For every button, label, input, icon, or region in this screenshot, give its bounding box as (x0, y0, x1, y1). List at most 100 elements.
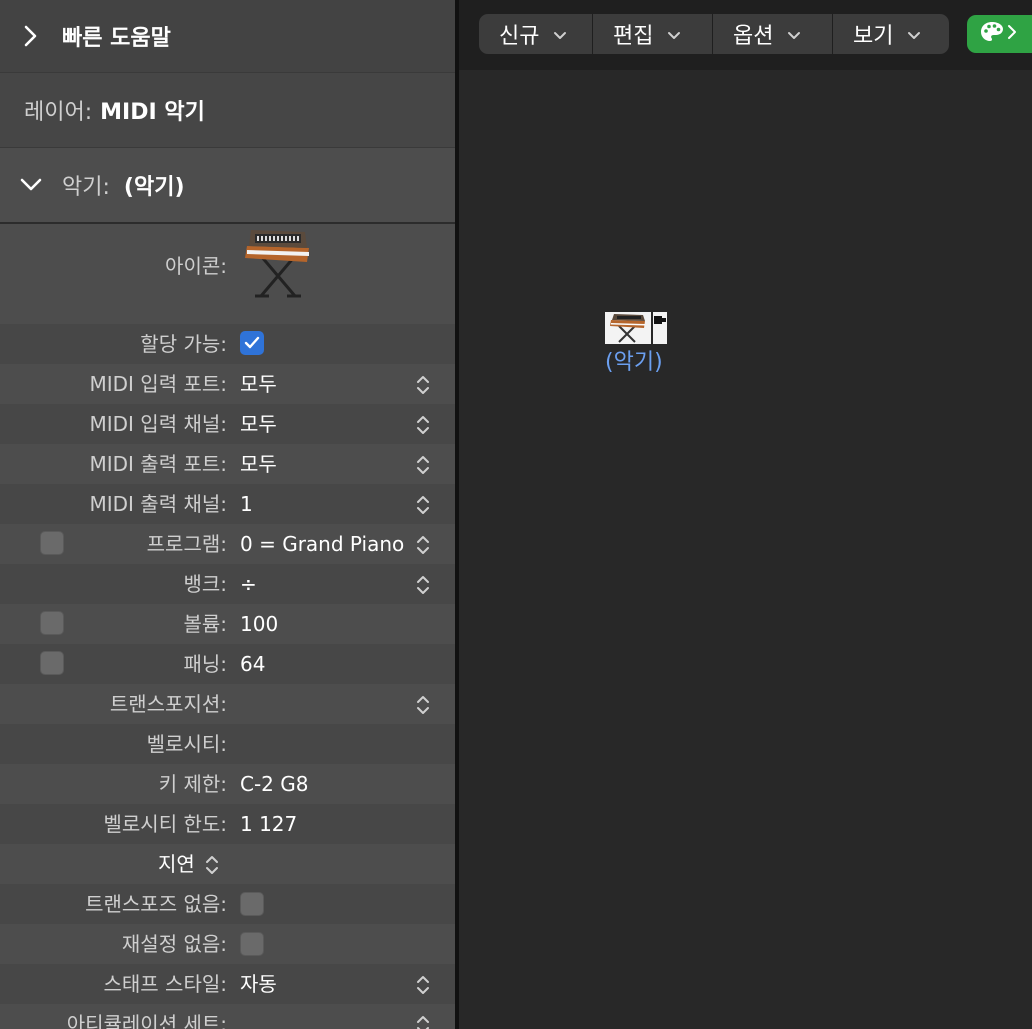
staff-style-value[interactable]: 자동 (240, 964, 277, 1004)
edit-menu-label: 편집 (613, 24, 654, 49)
velocity-limit-row: 벨로시티 한도: 1 127 (0, 804, 455, 844)
chevron-down-icon[interactable] (0, 178, 62, 192)
chevron-down-icon (907, 22, 921, 47)
up-down-chevron-icon[interactable] (415, 533, 431, 562)
midi-in-port-label: MIDI 입력 포트: (89, 372, 227, 396)
instrument-section-header[interactable]: 악기: (악기) (0, 148, 455, 224)
assignable-label: 할당 가능: (140, 332, 227, 356)
bank-label: 뱅크: (183, 572, 227, 596)
pan-value[interactable]: 64 (240, 644, 265, 684)
velocity-limit-value[interactable]: 1 127 (240, 804, 297, 844)
pan-enable-checkbox[interactable] (40, 651, 64, 675)
instrument-name[interactable]: (악기) (124, 169, 185, 201)
midi-out-port-value[interactable]: 모두 (240, 444, 277, 484)
instrument-label: 악기: (62, 175, 110, 200)
up-down-chevron-icon[interactable] (415, 693, 431, 722)
checkmark-icon (244, 336, 260, 349)
up-down-chevron-icon[interactable] (204, 853, 220, 882)
midi-in-port-row: MIDI 입력 포트: 모두 (0, 364, 455, 404)
up-down-chevron-icon[interactable] (415, 1013, 431, 1029)
layer-label: 레이어: (24, 100, 93, 125)
chevron-right-icon (1007, 24, 1017, 44)
articulation-set-label: 아티큘레이션 세트: (66, 1012, 227, 1029)
articulation-set-row: 아티큘레이션 세트: (0, 1004, 455, 1029)
transposition-label: 트랜스포지션: (109, 692, 227, 716)
up-down-chevron-icon[interactable] (415, 373, 431, 402)
environment-canvas[interactable]: 신규 편집 옵션 보기 (악기) (459, 0, 1032, 1029)
output-port-icon (654, 316, 662, 324)
up-down-chevron-icon[interactable] (415, 573, 431, 602)
palette-icon (979, 20, 1005, 48)
palette-button[interactable] (967, 15, 1032, 53)
midi-out-channel-value[interactable]: 1 (240, 484, 253, 524)
program-enable-checkbox[interactable] (40, 531, 64, 555)
key-limit-label: 키 제한: (158, 772, 227, 796)
assignable-row: 할당 가능: (0, 324, 455, 364)
program-value[interactable]: 0 = Grand Piano (240, 524, 404, 564)
program-row: 프로그램: 0 = Grand Piano (0, 524, 455, 564)
no-reset-label: 재설정 없음: (121, 932, 227, 956)
layer-row: 레이어: MIDI 악기 (0, 73, 455, 148)
no-transpose-checkbox[interactable] (240, 892, 264, 916)
options-menu-label: 옵션 (733, 24, 774, 49)
instrument-object-name[interactable]: (악기) (605, 344, 663, 376)
menu-group: 신규 편집 옵션 보기 (479, 14, 1032, 54)
midi-in-channel-value[interactable]: 모두 (240, 404, 277, 444)
no-transpose-row: 트랜스포즈 없음: (0, 884, 455, 924)
key-limit-row: 키 제한: C-2 G8 (0, 764, 455, 804)
staff-style-label: 스태프 스타일: (103, 972, 228, 996)
no-transpose-label: 트랜스포즈 없음: (85, 892, 227, 916)
staff-style-row: 스태프 스타일: 자동 (0, 964, 455, 1004)
new-menu-label: 신규 (499, 24, 540, 49)
chevron-down-icon (667, 22, 681, 47)
quick-help-title: 빠른 도움말 (62, 26, 171, 51)
midi-out-channel-label: MIDI 출력 채널: (89, 492, 227, 516)
up-down-chevron-icon[interactable] (415, 493, 431, 522)
options-menu-button[interactable]: 옵션 (713, 14, 833, 54)
synthesizer-icon[interactable] (605, 312, 651, 344)
midi-out-port-label: MIDI 출력 포트: (89, 452, 227, 476)
chevron-down-icon (553, 22, 567, 47)
volume-enable-checkbox[interactable] (40, 611, 64, 635)
pan-row: 패닝: 64 (0, 644, 455, 684)
midi-in-channel-label: MIDI 입력 채널: (89, 412, 227, 436)
midi-out-port-row: MIDI 출력 포트: 모두 (0, 444, 455, 484)
midi-in-channel-row: MIDI 입력 채널: 모두 (0, 404, 455, 444)
assignable-checkbox[interactable] (240, 331, 264, 355)
view-menu-button[interactable]: 보기 (833, 14, 949, 54)
midi-out-channel-row: MIDI 출력 채널: 1 (0, 484, 455, 524)
synthesizer-icon[interactable] (243, 228, 313, 304)
output-port-pin (662, 318, 666, 322)
key-limit-value[interactable]: C-2 G8 (240, 764, 309, 804)
velocity-row: 벨로시티: (0, 724, 455, 764)
up-down-chevron-icon[interactable] (415, 453, 431, 482)
no-reset-checkbox[interactable] (240, 932, 264, 956)
transposition-row: 트랜스포지션: (0, 684, 455, 724)
midi-in-port-value[interactable]: 모두 (240, 364, 277, 404)
bank-value[interactable]: ÷ (240, 564, 257, 604)
velocity-limit-label: 벨로시티 한도: (103, 812, 228, 836)
new-menu-button[interactable]: 신규 (479, 14, 593, 54)
quick-help-header[interactable]: 빠른 도움말 (0, 0, 455, 73)
no-reset-row: 재설정 없음: (0, 924, 455, 964)
toolbar: 신규 편집 옵션 보기 (459, 0, 1032, 70)
bank-row: 뱅크: ÷ (0, 564, 455, 604)
volume-row: 볼륨: 100 (0, 604, 455, 644)
pan-label: 패닝: (183, 652, 227, 676)
icon-label: 아이콘: (165, 254, 227, 278)
up-down-chevron-icon[interactable] (415, 413, 431, 442)
icon-row: 아이콘: (0, 224, 455, 324)
environment-window: 빠른 도움말 레이어: MIDI 악기 악기: (악기) 아이콘: 할당 가능:… (0, 0, 1032, 1029)
layer-value: MIDI 악기 (100, 100, 205, 125)
up-down-chevron-icon[interactable] (415, 973, 431, 1002)
delay-label[interactable]: 지연 (158, 844, 195, 884)
delay-row: 지연 (0, 844, 455, 884)
program-label: 프로그램: (146, 532, 227, 556)
view-menu-label: 보기 (853, 24, 894, 49)
volume-label: 볼륨: (183, 612, 227, 636)
velocity-label: 벨로시티: (146, 732, 227, 756)
inspector-panel: 빠른 도움말 레이어: MIDI 악기 악기: (악기) 아이콘: 할당 가능:… (0, 0, 455, 1029)
chevron-right-icon[interactable] (0, 25, 62, 47)
edit-menu-button[interactable]: 편집 (593, 14, 713, 54)
volume-value[interactable]: 100 (240, 604, 278, 644)
